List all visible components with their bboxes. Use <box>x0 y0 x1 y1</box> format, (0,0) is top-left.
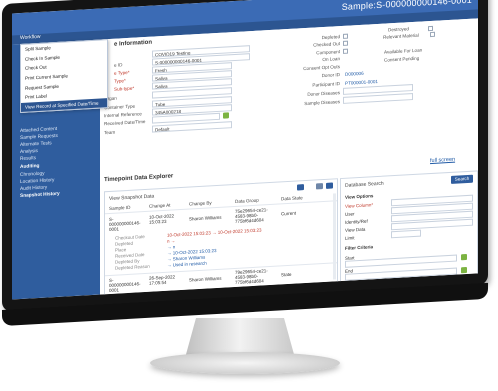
consent-pending-label: Consent Pending <box>384 55 420 63</box>
col-sample-id[interactable]: Sample ID <box>109 205 130 211</box>
main-content: e Information COVID19 Testing e ID S-000… <box>100 18 478 297</box>
filter-criteria-heading: Filter Criteria <box>345 244 374 251</box>
view-column-label: View Column* <box>345 202 374 209</box>
col-data-state[interactable]: Data State <box>281 195 303 201</box>
calendar-icon[interactable] <box>223 112 229 119</box>
search-button[interactable]: Search <box>451 174 473 184</box>
row-2-change-by: Sharon Williams <box>189 275 222 283</box>
sample-type-label: e Type* <box>114 69 130 76</box>
detail-label: Depleted Reason <box>115 263 150 271</box>
container-type-value: Tube <box>155 101 166 108</box>
view-data-label: View Data <box>345 226 366 233</box>
depleted-checkbox[interactable] <box>343 33 348 39</box>
detail-label: Place <box>115 247 127 253</box>
detail-label: Received Date <box>115 252 145 259</box>
on-loan-label: On Loan <box>322 56 340 63</box>
sample-id-label: e ID <box>114 62 123 68</box>
col-change-at[interactable]: Change At <box>149 203 170 209</box>
workflow-menu-button[interactable]: Workflow <box>20 34 40 41</box>
destroyed-checkbox[interactable] <box>428 25 433 32</box>
col-change-by[interactable]: Change By <box>189 200 212 206</box>
sample-type-value: Fresh <box>155 67 167 74</box>
timepoint-panel: View Snapshot Data Sample ID Change At C… <box>104 178 338 297</box>
sidebar-item-analysis[interactable]: Analysis <box>20 149 38 155</box>
list-view-icon[interactable] <box>297 184 304 191</box>
view-options-heading: View Options <box>345 193 374 200</box>
row-1-change-by: Sharon Williams <box>189 214 222 222</box>
type-label: Type* <box>114 78 126 84</box>
detail-value: 10-Oct-2022 15:03:23 → 10-Oct-2022 15:03… <box>167 227 262 238</box>
container-type-label: Container Type <box>104 103 136 111</box>
sub-type-label: Sub-type* <box>114 85 135 92</box>
limit-field[interactable] <box>391 229 421 239</box>
calendar-icon[interactable] <box>461 267 467 274</box>
col-data-group[interactable]: Data Group <box>235 198 259 204</box>
row-2-data-group: 79e29654-ce21-4583-98b0-775bf6d4d604 <box>235 268 268 285</box>
full-screen-link[interactable]: full screen <box>430 157 455 164</box>
divider <box>105 200 337 215</box>
row-1-data-group: 75e29654-ce21-4583-98b0-775bf6d4d604 <box>235 207 268 224</box>
sidebar-section-auditing: Auditing <box>20 163 40 170</box>
end-date-field[interactable] <box>345 267 457 281</box>
timepoint-heading: Timepoint Data Explorer <box>104 173 174 184</box>
sub-type-value: Saliva <box>155 83 168 90</box>
relevant-material-label: Relevant Material <box>383 32 419 40</box>
sidebar-item-sample-requests[interactable]: Sample Requests <box>20 134 58 141</box>
calendar-icon[interactable] <box>461 254 467 261</box>
monitor: Sample:S-000000000146-0001 Workflow Atta… <box>2 0 492 326</box>
identity-ref-label: Identity/Ref <box>345 218 368 225</box>
sample-info-heading: e Information <box>114 39 153 48</box>
row-1-data-state: Current <box>281 210 297 217</box>
scrollbar[interactable] <box>333 193 336 280</box>
sidebar-item-results[interactable]: Results <box>20 156 36 162</box>
destroyed-label: Destroyed <box>388 26 409 33</box>
type-value: Saliva <box>155 75 168 82</box>
sidebar-item-location-history[interactable]: Location History <box>20 178 54 185</box>
checked-out-label: Checked Out <box>313 41 340 48</box>
sidebar-item-chronology[interactable]: Chronology <box>20 172 45 178</box>
start-date-field[interactable] <box>345 254 457 268</box>
app-screen: Sample:S-000000000146-0001 Workflow Atta… <box>12 0 478 300</box>
row-2-change-at: 26-Sep-2022 17:05:54 <box>149 274 176 286</box>
detail-label: Checkout Date <box>115 234 145 241</box>
sidebar-item-snapshot-history[interactable]: Snapshot History <box>20 192 60 199</box>
donor-diseases-label: Donor Diseases <box>307 90 340 97</box>
relevant-material-checkbox[interactable] <box>430 31 435 38</box>
database-search-heading: Database Search <box>345 180 384 189</box>
row-1-sample-id: S-000000000146-0001 <box>109 216 141 233</box>
component-checkbox[interactable] <box>343 48 348 54</box>
participant-id-link[interactable]: PT000001-0001 <box>345 79 378 86</box>
donor-id-link[interactable]: D000006 <box>345 71 364 77</box>
received-datetime-label: Received Date/Time <box>104 118 146 127</box>
row-2-sample-id: S-000000000146-0001 <box>109 277 141 294</box>
sample-diseases-label: Sample Diseases <box>304 99 340 107</box>
checked-out-checkbox[interactable] <box>343 40 348 46</box>
team-value: Default <box>155 126 170 133</box>
sidebar-item-audit-history[interactable]: Audit History <box>20 185 47 192</box>
export-icon[interactable] <box>326 182 333 189</box>
detail-value: → Used in research <box>167 260 207 268</box>
donor-id-label: Donor ID <box>321 72 340 79</box>
detail-value: n → <box>167 238 176 244</box>
sample-diseases-field[interactable] <box>343 93 413 104</box>
available-for-loan-label: Available For Loan <box>384 47 423 55</box>
row-1-change-at: 10-Oct-2022 15:03:23 <box>149 213 175 225</box>
view-snapshot-data-label: View Snapshot Data <box>109 193 155 203</box>
search-icon[interactable] <box>316 183 323 190</box>
user-label: User <box>345 211 355 217</box>
monitor-bezel: Sample:S-000000000146-0001 Workflow Atta… <box>2 0 488 326</box>
detail-label: Depleted <box>115 240 134 247</box>
workflow-dropdown-menu: Split Sample Check In Sample Check Out P… <box>20 39 108 114</box>
detail-value: → n <box>167 244 176 250</box>
row-2-data-state: State <box>281 271 292 278</box>
team-label: Team <box>104 129 116 136</box>
sidebar-item-attached-content[interactable]: Attached Content <box>20 127 57 134</box>
monitor-stand-base <box>150 352 340 374</box>
consent-opt-outs-label: Consent Opt Outs <box>303 64 340 72</box>
database-search-panel: Database Search Search View Options View… <box>340 170 478 284</box>
sidebar-item-alternate-tests[interactable]: Alternate Tests <box>20 141 52 148</box>
participant-id-label: Participant ID <box>312 81 340 88</box>
internal-reference-label: Internal Reference <box>104 111 142 119</box>
limit-label: Limit <box>345 235 355 241</box>
